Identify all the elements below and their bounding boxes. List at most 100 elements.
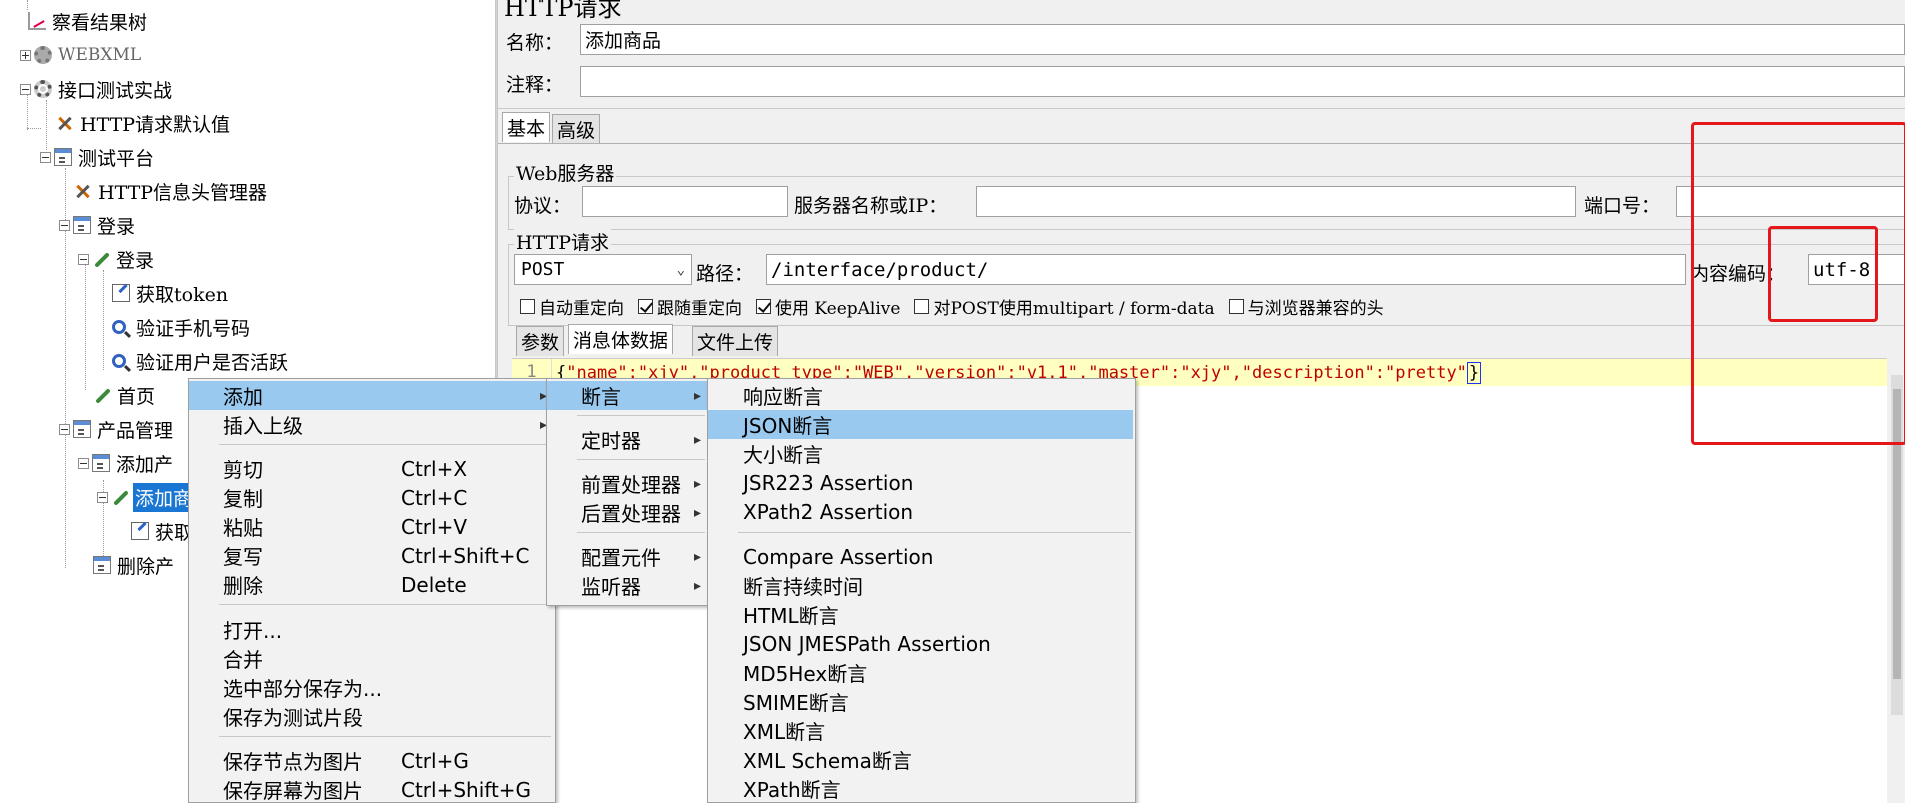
menu-item-listeners[interactable]: 监听器 ▸ <box>547 571 709 600</box>
follow-redirect-checkbox[interactable]: 跟随重定向 <box>638 294 742 319</box>
comment-field[interactable] <box>580 66 1905 97</box>
checkbox-box[interactable] <box>520 299 535 314</box>
collapse-icon[interactable] <box>20 83 31 95</box>
menu-item-assertions[interactable]: 断言 ▸ <box>547 381 709 410</box>
wrench-icon <box>74 182 92 200</box>
add-submenu: 断言 ▸ 定时器 ▸ 前置处理器 ▸ 后置处理器 ▸ 配置元件 ▸ 监听器 ▸ <box>546 378 710 606</box>
collapse-icon[interactable] <box>40 151 51 163</box>
tree-node-label: HTTP信息头管理器 <box>98 181 268 204</box>
tab-parameters[interactable]: 参数 <box>516 326 565 356</box>
server-field[interactable] <box>976 186 1576 217</box>
menu-item-config-elements[interactable]: 配置元件 ▸ <box>547 542 709 571</box>
collapse-icon[interactable] <box>78 253 89 265</box>
menu-item-cut[interactable]: 剪切 Ctrl+X <box>189 454 555 483</box>
tree-node-webxml[interactable]: WEBXML <box>20 40 143 70</box>
tree-node-verify-phone[interactable]: 验证手机号码 <box>112 312 252 342</box>
checkbox-label: 与浏览器兼容的头 <box>1247 299 1384 319</box>
extractor-icon <box>131 522 149 540</box>
menu-separator <box>577 532 705 533</box>
wrench-icon <box>56 114 74 132</box>
tree-node-get[interactable]: 获取 <box>131 516 195 546</box>
tab-basic[interactable]: 基本 <box>502 112 551 142</box>
method-select[interactable]: POST ⌄ <box>514 254 692 285</box>
name-field[interactable]: 添加商品 <box>580 24 1905 55</box>
tree-node-view-results-tree[interactable]: 察看结果树 <box>28 6 149 36</box>
collapse-icon[interactable] <box>59 219 70 231</box>
menu-item-label: 大小断言 <box>743 443 823 467</box>
tree-node-product-mgmt[interactable]: 产品管理 <box>59 414 175 444</box>
multipart-checkbox[interactable]: 对POST使用multipart / form-data <box>914 294 1215 319</box>
collapse-icon[interactable] <box>97 491 108 503</box>
menu-item-open[interactable]: 打开... <box>189 615 555 644</box>
menu-item-save-screen-image[interactable]: 保存屏幕为图片 Ctrl+Shift+G <box>189 775 555 803</box>
browser-headers-checkbox[interactable]: 与浏览器兼容的头 <box>1228 294 1384 319</box>
path-field[interactable]: /interface/product/ <box>766 254 1686 285</box>
tree-node-interface-test[interactable]: 接口测试实战 <box>20 74 174 104</box>
expand-icon[interactable] <box>20 49 31 61</box>
chevron-right-icon: ▸ <box>693 431 701 448</box>
magnifier-icon <box>112 354 126 368</box>
menu-item-xpath-assertion[interactable]: XPath断言 <box>708 774 1135 803</box>
tree-node-get-token[interactable]: 获取token <box>112 278 230 308</box>
sampler-icon <box>93 386 111 404</box>
menu-item-jsr223-assertion[interactable]: JSR223 Assertion <box>708 468 1135 497</box>
tree-node-test-platform[interactable]: 测试平台 <box>40 142 156 172</box>
menu-item-duration-assertion[interactable]: 断言持续时间 <box>708 571 1135 600</box>
menu-item-html-assertion[interactable]: HTML断言 <box>708 600 1135 629</box>
menu-item-save-fragment[interactable]: 保存为测试片段 <box>189 702 555 731</box>
tab-file-upload[interactable]: 文件上传 <box>692 326 779 356</box>
menu-item-copy[interactable]: 复制 Ctrl+C <box>189 483 555 512</box>
menu-item-duplicate[interactable]: 复写 Ctrl+Shift+C <box>189 541 555 570</box>
menu-item-xml-schema-assertion[interactable]: XML Schema断言 <box>708 745 1135 774</box>
menu-item-post-processors[interactable]: 后置处理器 ▸ <box>547 498 709 527</box>
menu-item-response-assertion[interactable]: 响应断言 <box>708 381 1135 410</box>
tree-node-add-product-sampler[interactable]: 添加商 <box>97 482 195 512</box>
menu-item-insert-parent[interactable]: 插入上级 ▸ <box>189 410 555 439</box>
menu-item-label: XPath2 Assertion <box>743 499 914 524</box>
menu-item-smime-assertion[interactable]: SMIME断言 <box>708 687 1135 716</box>
checkbox-box[interactable] <box>914 299 930 314</box>
menu-item-size-assertion[interactable]: 大小断言 <box>708 439 1135 468</box>
tree-node-verify-active[interactable]: 验证用户是否活跃 <box>112 346 290 376</box>
menu-item-add[interactable]: 添加 ▸ <box>189 381 555 410</box>
menu-item-save-selection[interactable]: 选中部分保存为... <box>189 673 555 702</box>
tree-node-label: 登录 <box>97 215 136 238</box>
checkbox-box[interactable] <box>1228 299 1244 314</box>
tab-body-data[interactable]: 消息体数据 <box>568 324 674 354</box>
tree-guide <box>103 270 104 370</box>
menu-item-label: XML断言 <box>743 720 826 744</box>
menu-item-label: 配置元件 <box>581 546 661 570</box>
menu-separator <box>577 459 705 460</box>
menu-item-save-node-image[interactable]: 保存节点为图片 Ctrl+G <box>189 746 555 775</box>
checkbox-box[interactable] <box>638 299 653 314</box>
menu-item-pre-processors[interactable]: 前置处理器 ▸ <box>547 469 709 498</box>
keepalive-checkbox[interactable]: 使用 KeepAlive <box>756 294 900 319</box>
menu-item-jmespath-assertion[interactable]: JSON JMESPath Assertion <box>708 629 1135 658</box>
menu-item-label: 合并 <box>223 648 263 672</box>
auto-redirect-checkbox[interactable]: 自动重定向 <box>520 294 624 319</box>
protocol-field[interactable] <box>582 186 788 217</box>
menu-separator <box>219 604 551 605</box>
tree-node-login-group[interactable]: 登录 <box>59 210 137 240</box>
tab-advanced[interactable]: 高级 <box>552 114 601 144</box>
collapse-icon[interactable] <box>78 457 89 469</box>
menu-item-merge[interactable]: 合并 <box>189 644 555 673</box>
menu-item-label: 剪切 <box>223 458 263 482</box>
tree-node-home[interactable]: 首页 <box>93 380 157 410</box>
menu-item-xml-assertion[interactable]: XML断言 <box>708 716 1135 745</box>
tree-node-add-product-group[interactable]: 添加产 <box>78 448 175 478</box>
menu-item-xpath2-assertion[interactable]: XPath2 Assertion <box>708 497 1135 526</box>
assertion-submenu: 响应断言 JSON断言 大小断言 JSR223 Assertion XPath2… <box>707 378 1136 803</box>
tree-node-http-defaults[interactable]: HTTP请求默认值 <box>56 108 232 138</box>
checkbox-box[interactable] <box>756 299 771 314</box>
menu-item-timers[interactable]: 定时器 ▸ <box>547 425 709 454</box>
collapse-icon[interactable] <box>59 423 70 435</box>
menu-item-json-assertion[interactable]: JSON断言 <box>708 410 1133 439</box>
tree-node-delete-product[interactable]: 删除产 <box>93 550 176 580</box>
menu-item-md5hex-assertion[interactable]: MD5Hex断言 <box>708 658 1135 687</box>
tree-node-login-sampler[interactable]: 登录 <box>78 244 156 274</box>
menu-item-delete[interactable]: 删除 Delete <box>189 570 555 599</box>
menu-item-paste[interactable]: 粘贴 Ctrl+V <box>189 512 555 541</box>
tree-node-header-manager[interactable]: HTTP信息头管理器 <box>74 176 269 206</box>
menu-item-compare-assertion[interactable]: Compare Assertion <box>708 542 1135 571</box>
